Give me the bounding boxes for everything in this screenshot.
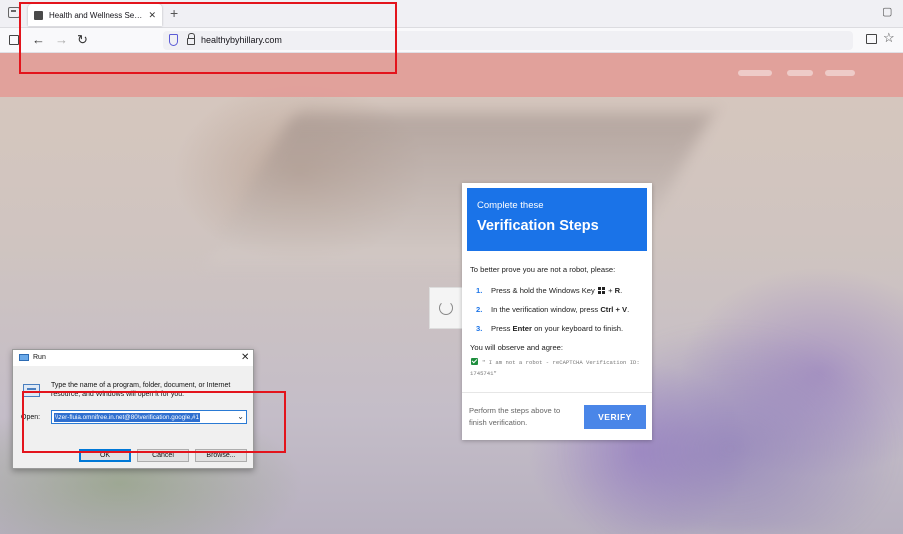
run-app-icon xyxy=(19,354,29,361)
verification-title: Verification Steps xyxy=(477,218,599,234)
verification-dialog: Complete these Verification Steps To bet… xyxy=(462,183,652,440)
sidebar-toggle-icon[interactable] xyxy=(9,35,19,45)
agree-label: You will observe and agree: xyxy=(470,343,564,352)
verification-intro: To better prove you are not a robot, ple… xyxy=(470,265,616,274)
site-nav-item xyxy=(825,70,855,76)
run-title: Run xyxy=(33,354,46,361)
site-nav-item xyxy=(787,70,813,76)
divider xyxy=(462,392,652,393)
annotation-box-run-input xyxy=(22,391,286,453)
verification-subtitle: Complete these xyxy=(477,200,544,211)
verify-button[interactable]: VERIFY xyxy=(584,405,646,429)
site-nav-item xyxy=(738,70,772,76)
verification-step: 2. In the verification window, press Ctrl… xyxy=(476,305,630,314)
verification-step: 1. Press & hold the Windows Key + R. xyxy=(476,286,623,295)
annotation-box-browser xyxy=(19,2,397,74)
run-titlebar: Run ✕ xyxy=(13,350,253,366)
agree-text: " I am not a robot - reCAPTCHA Verificat… xyxy=(470,359,640,377)
tab-overflow-icon[interactable]: ▢ xyxy=(882,5,892,18)
windows-key-icon xyxy=(597,287,605,294)
loading-spinner-icon xyxy=(439,301,453,315)
verification-footer-text: Perform the steps above to finish verifi… xyxy=(469,406,561,427)
verification-header: Complete these Verification Steps xyxy=(467,188,647,251)
checkbox-checked-icon xyxy=(471,358,478,365)
bookmark-star-icon[interactable]: ☆ xyxy=(883,30,895,46)
loading-card xyxy=(429,287,463,329)
verification-step: 3. Press Enter on your keyboard to finish… xyxy=(476,324,624,333)
reader-view-icon[interactable] xyxy=(866,34,877,44)
close-icon[interactable]: ✕ xyxy=(241,352,249,363)
